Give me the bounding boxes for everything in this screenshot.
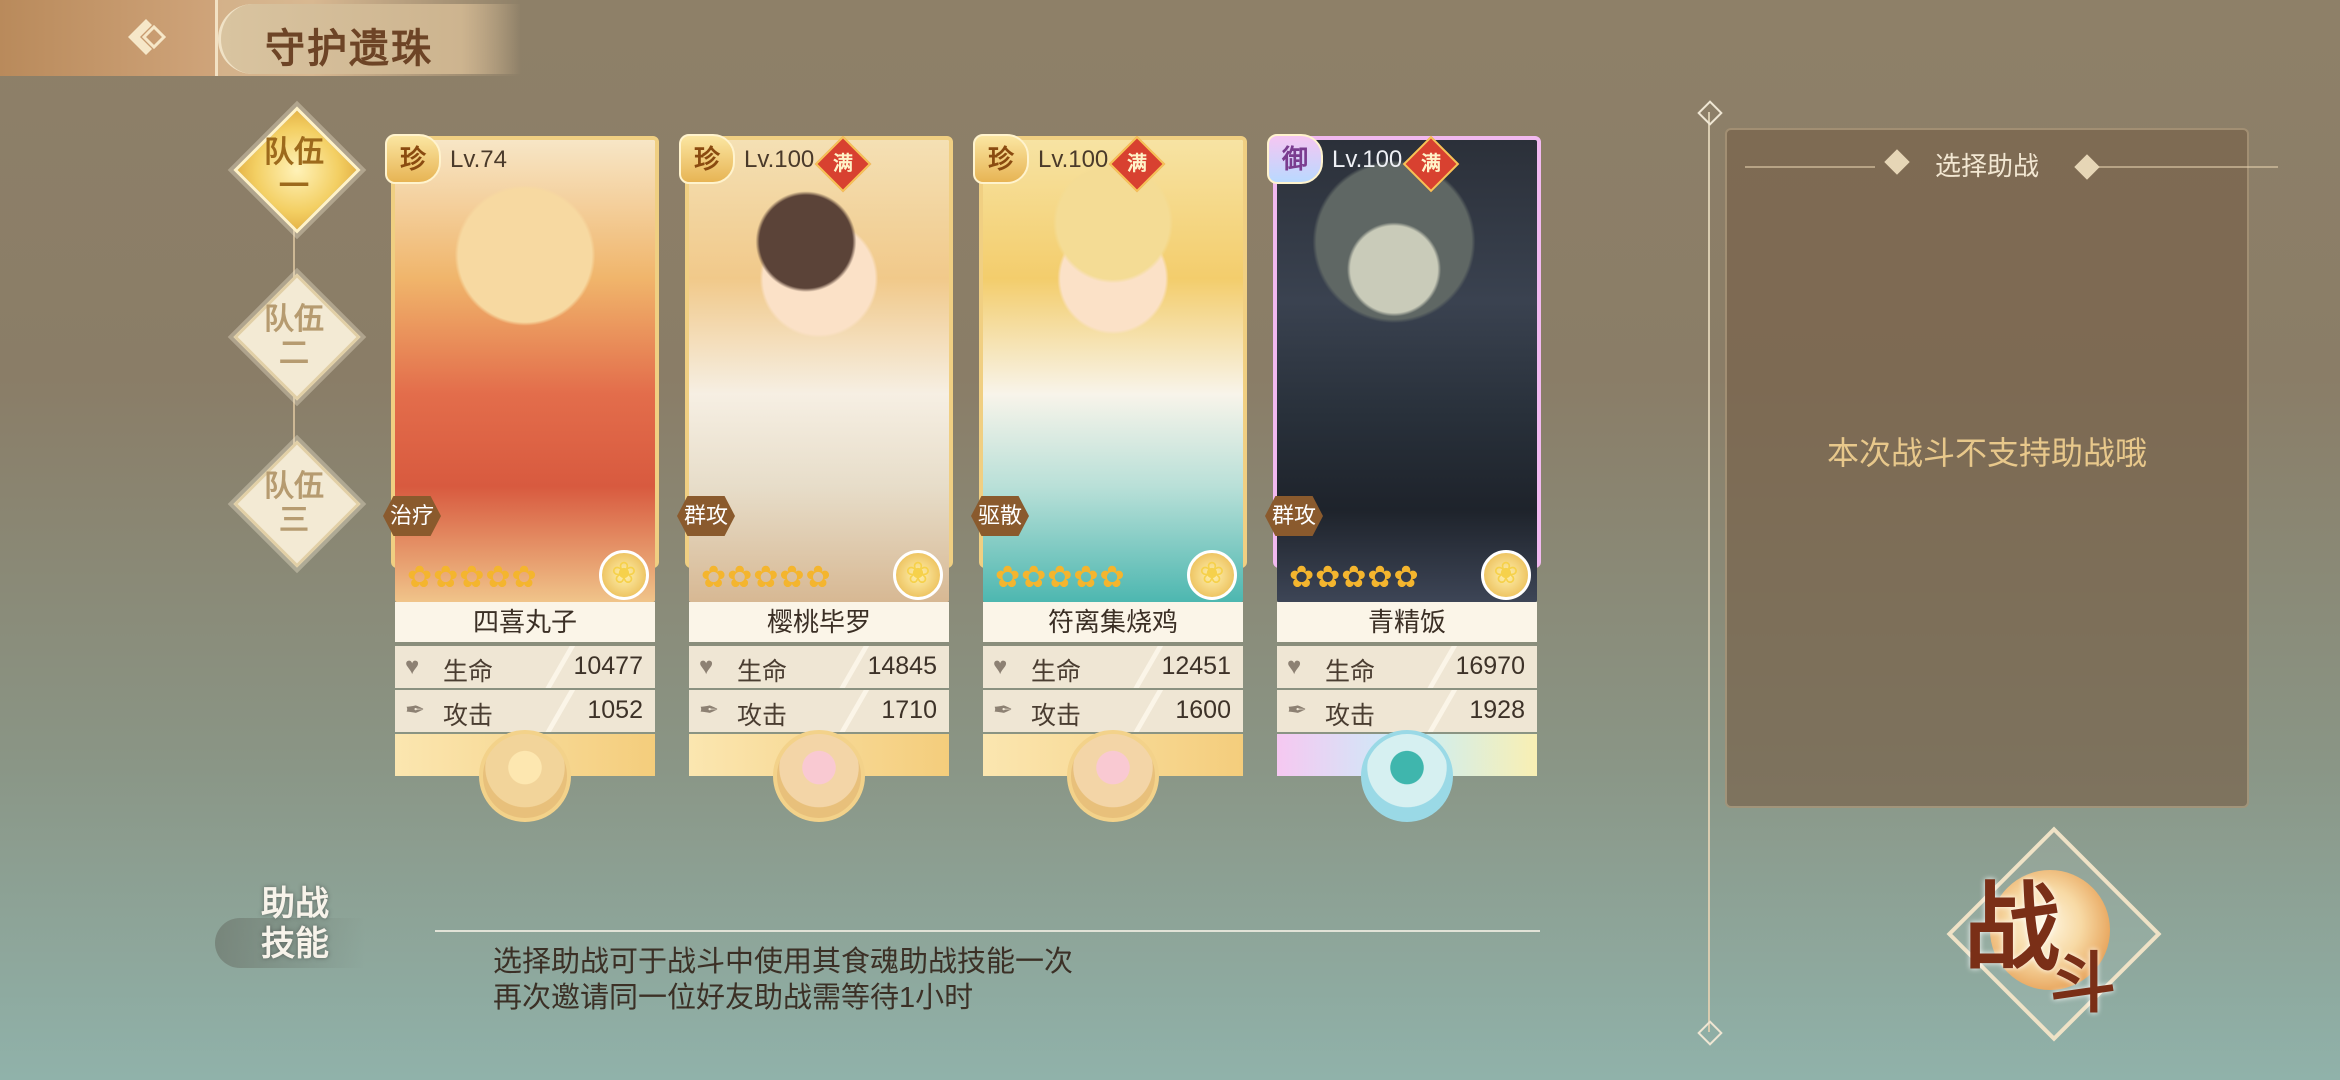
- character-portrait: [1277, 140, 1537, 602]
- character-card[interactable]: 珍 Lv.74 治疗 ✿✿✿✿✿ 四喜丸子 ♥ 生命 10477 ✒ 攻击 10…: [383, 134, 659, 822]
- attack-row: ✒ 攻击 1600: [983, 690, 1243, 732]
- helper-title-rule: [2098, 166, 2278, 168]
- attack-row: ✒ 攻击 1928: [1277, 690, 1537, 732]
- level-label: Lv.100: [1332, 146, 1403, 173]
- partner-avatar[interactable]: [1361, 730, 1453, 822]
- skill-description-line2: 再次邀请同一位好友助战需等待1小时: [493, 982, 974, 1014]
- character-card[interactable]: 珍 Lv.100 满 驱散 ✿✿✿✿✿ 符离集烧鸡 ♥ 生命 12451 ✒ 攻…: [971, 134, 1247, 822]
- heart-icon: ♥: [699, 653, 714, 680]
- role-badge: 群攻: [677, 496, 735, 536]
- sword-icon: ✒: [1287, 697, 1308, 724]
- star-flames: ✿✿✿✿✿: [995, 561, 1126, 594]
- character-name: 青精饭: [1277, 602, 1537, 642]
- role-badge: 群攻: [1265, 496, 1323, 536]
- character-portrait: [395, 140, 655, 602]
- hp-value: 10477: [573, 652, 643, 680]
- heart-icon: ♥: [405, 653, 420, 680]
- helper-title: 选择助战: [1935, 151, 2040, 181]
- level-label: Lv.100: [1038, 146, 1109, 173]
- tab-team-3[interactable]: 队伍三: [233, 440, 361, 568]
- character-portrait: [983, 140, 1243, 602]
- attack-value: 1710: [881, 696, 937, 724]
- attack-row: ✒ 攻击 1710: [689, 690, 949, 732]
- flower-element-icon: [893, 550, 943, 600]
- star-flames: ✿✿✿✿✿: [407, 561, 538, 594]
- attack-value: 1928: [1469, 696, 1525, 724]
- heart-icon: ♥: [1287, 653, 1302, 680]
- divider-cap: [1697, 100, 1723, 126]
- character-card[interactable]: 珍 Lv.100 满 群攻 ✿✿✿✿✿ 樱桃毕罗 ♥ 生命 14845 ✒ 攻击…: [677, 134, 953, 822]
- divider-cap: [1697, 1020, 1723, 1046]
- character-name: 四喜丸子: [395, 602, 655, 642]
- attack-row: ✒ 攻击 1052: [395, 690, 655, 732]
- flower-element-icon: [1481, 550, 1531, 600]
- rarity-badge: 珍: [973, 134, 1029, 184]
- character-portrait: [689, 140, 949, 602]
- star-flames: ✿✿✿✿✿: [701, 561, 832, 594]
- flower-element-icon: [599, 550, 649, 600]
- back-button[interactable]: [0, 0, 218, 76]
- star-flames: ✿✿✿✿✿: [1289, 561, 1420, 594]
- page-title: 守护遗珠: [265, 27, 433, 71]
- level-label: Lv.100: [744, 146, 815, 173]
- battle-button[interactable]: 战 斗: [1946, 826, 2162, 1042]
- hp-row: ♥ 生命 10477: [395, 646, 655, 688]
- rarity-badge: 御: [1267, 134, 1323, 184]
- tab-team-1[interactable]: 队伍一: [233, 106, 361, 234]
- tab-team-2[interactable]: 队伍二: [233, 273, 361, 401]
- back-arrow-icon: [128, 19, 167, 55]
- heart-icon: ♥: [993, 653, 1008, 680]
- attack-value: 1600: [1175, 696, 1231, 724]
- role-badge: 治疗: [383, 496, 441, 536]
- partner-avatar[interactable]: [1067, 730, 1159, 822]
- role-badge: 驱散: [971, 496, 1029, 536]
- hp-value: 14845: [867, 652, 937, 680]
- level-label: Lv.74: [450, 146, 507, 173]
- divider-line: [1708, 112, 1710, 1032]
- rarity-badge: 珍: [679, 134, 735, 184]
- partner-avatar[interactable]: [479, 730, 571, 822]
- helper-title-rule: [1745, 166, 1875, 168]
- hp-row: ♥ 生命 12451: [983, 646, 1243, 688]
- sword-icon: ✒: [405, 697, 426, 724]
- hp-value: 12451: [1161, 652, 1231, 680]
- skill-heading: 助战 技能: [261, 885, 329, 963]
- rarity-badge: 珍: [385, 134, 441, 184]
- helper-unavailable-message: 本次战斗不支持助战哦: [1826, 435, 2147, 471]
- flower-element-icon: [1187, 550, 1237, 600]
- character-name: 樱桃毕罗: [689, 602, 949, 642]
- character-name: 符离集烧鸡: [983, 602, 1243, 642]
- partner-avatar[interactable]: [773, 730, 865, 822]
- sword-icon: ✒: [993, 697, 1014, 724]
- hp-row: ♥ 生命 16970: [1277, 646, 1537, 688]
- sword-icon: ✒: [699, 697, 720, 724]
- hp-value: 16970: [1455, 652, 1525, 680]
- hp-row: ♥ 生命 14845: [689, 646, 949, 688]
- attack-value: 1052: [587, 696, 643, 724]
- skill-divider: [435, 930, 1540, 932]
- character-card[interactable]: 御 Lv.100 满 群攻 ✿✿✿✿✿ 青精饭 ♥ 生命 16970 ✒ 攻击 …: [1265, 134, 1541, 822]
